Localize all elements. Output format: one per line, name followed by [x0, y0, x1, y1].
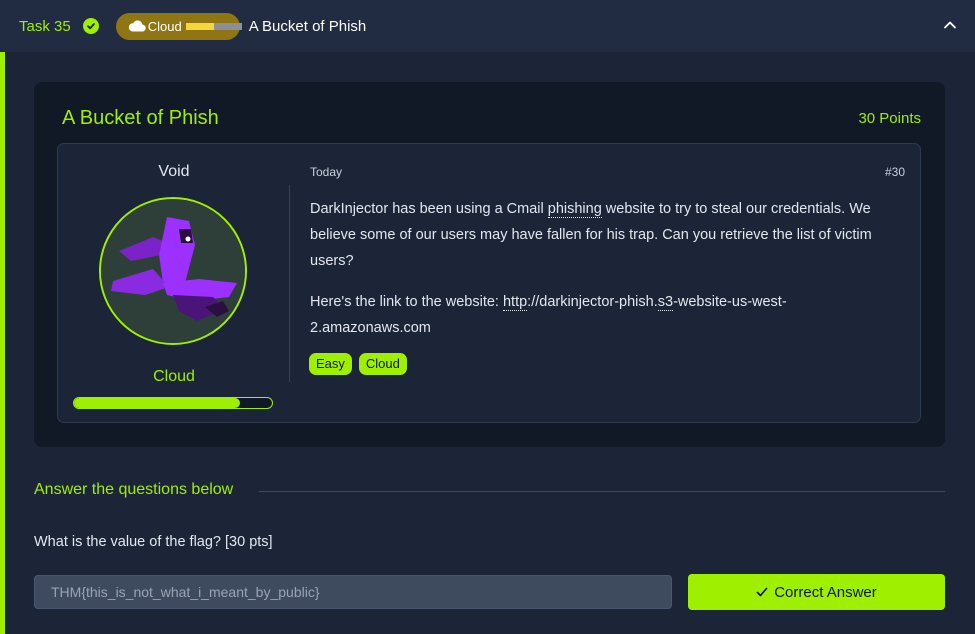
room-title: A Bucket of Phish	[62, 107, 219, 129]
url-part[interactable]: http	[502, 294, 528, 311]
task-accent-bar	[0, 52, 5, 634]
avatar[interactable]	[99, 197, 247, 345]
task-title: A Bucket of Phish	[248, 17, 367, 35]
post-card: Void Cloud Today #30 DarkInjector has be…	[57, 143, 921, 423]
url-part[interactable]: ://darkinjector-phish.	[527, 294, 658, 310]
tag-cloud[interactable]: Cloud	[358, 353, 407, 375]
tag-easy[interactable]: Easy	[309, 353, 352, 375]
difficulty-bar-3	[213, 22, 228, 30]
correct-answer-label: Correct Answer	[774, 583, 877, 601]
answer-heading: Answer the questions below	[34, 481, 234, 498]
ninja-avatar-icon	[101, 199, 245, 343]
checkmark-icon	[756, 586, 768, 598]
room-points: 30 Points	[858, 110, 921, 127]
cloud-icon	[128, 20, 146, 32]
category-label: Cloud	[147, 18, 182, 34]
difficulty-bar-2	[199, 22, 214, 30]
check-circle-icon	[82, 18, 99, 34]
tag-list: Easy Cloud	[309, 353, 407, 375]
rank-progress-bar	[73, 397, 273, 409]
section-divider	[259, 491, 945, 492]
difficulty-bar-1	[185, 22, 200, 30]
author-rank: Cloud	[153, 368, 195, 385]
divider	[289, 185, 290, 382]
task-header[interactable]: Task 35 Cloud A Bucket of Phish	[0, 0, 975, 52]
post-number: #30	[884, 165, 905, 179]
post-date: Today	[310, 165, 343, 179]
correct-answer-button[interactable]: Correct Answer	[688, 574, 945, 610]
phishing-term[interactable]: phishing	[547, 201, 602, 218]
rank-progress-fill	[74, 398, 241, 408]
difficulty-bar-4	[227, 22, 242, 30]
post-text: DarkInjector has been using a Cmail	[310, 201, 548, 217]
post-text: Here's the link to the website:	[310, 294, 503, 310]
author-name[interactable]: Void	[58, 163, 290, 181]
post-paragraph-1: DarkInjector has been using a Cmail phis…	[310, 196, 900, 274]
url-part[interactable]: s3	[657, 294, 674, 311]
answer-input[interactable]	[34, 575, 672, 609]
room-card: A Bucket of Phish 30 Points Void Cloud T…	[34, 82, 945, 447]
difficulty-bars	[185, 22, 242, 30]
question-1-text: What is the value of the flag? [30 pts]	[34, 534, 273, 550]
chevron-up-icon[interactable]	[941, 16, 959, 34]
post-body: DarkInjector has been using a Cmail phis…	[310, 196, 900, 356]
task-number: Task 35	[19, 17, 71, 35]
post-paragraph-2: Here's the link to the website: http://d…	[310, 289, 900, 341]
category-badge: Cloud	[115, 12, 242, 40]
